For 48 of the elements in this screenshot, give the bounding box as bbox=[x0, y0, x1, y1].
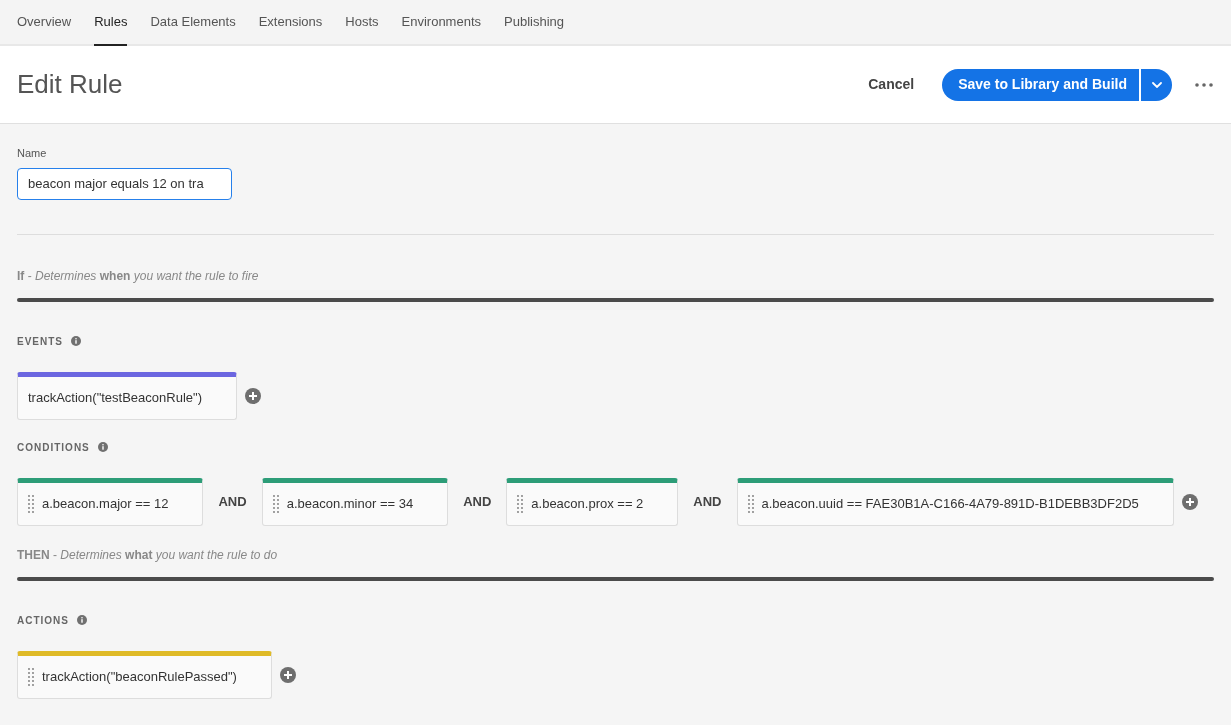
nav-tab[interactable]: Overview bbox=[17, 0, 72, 46]
rule-component-card[interactable]: trackAction("beaconRulePassed") bbox=[17, 650, 272, 699]
add-button[interactable] bbox=[279, 666, 296, 683]
section-heading: THEN - Determines what you want the rule to do bbox=[17, 546, 279, 564]
drag-handle-icon[interactable] bbox=[28, 494, 34, 513]
rule-component-card[interactable]: a.beacon.major == 12 bbox=[17, 477, 204, 526]
plus-icon bbox=[245, 387, 261, 404]
drag-handle-icon[interactable] bbox=[747, 494, 754, 513]
cancel-button[interactable]: Cancel bbox=[856, 70, 927, 99]
chevron-down-icon bbox=[1151, 81, 1162, 88]
dropdown-button[interactable] bbox=[1141, 68, 1172, 101]
group-label: EVENTS bbox=[17, 334, 63, 349]
component-text: a.beacon.minor == 34 bbox=[286, 494, 414, 513]
field-label: Name bbox=[17, 146, 48, 161]
more-icon bbox=[1195, 82, 1213, 87]
nav-tab[interactable]: Publishing bbox=[504, 0, 564, 46]
group-label: CONDITIONS bbox=[17, 440, 90, 455]
plus-icon bbox=[279, 666, 296, 683]
add-button[interactable] bbox=[1181, 493, 1198, 510]
plus-icon bbox=[1181, 493, 1198, 510]
nav-tab[interactable]: Extensions bbox=[258, 0, 323, 46]
rule-component-card[interactable]: trackAction("testBeaconRule") bbox=[17, 371, 237, 420]
rule-component-card[interactable]: a.beacon.minor == 34 bbox=[261, 477, 449, 526]
component-text: trackAction("beaconRulePassed") bbox=[42, 667, 237, 686]
drag-handle-icon[interactable] bbox=[272, 494, 279, 513]
info-icon bbox=[71, 336, 81, 346]
section-heading: If - Determines when you want the rule to fire bbox=[17, 267, 260, 285]
nav-tab[interactable]: Environments bbox=[401, 0, 481, 46]
name-input[interactable]: beacon major equals 12 on tra bbox=[17, 167, 232, 200]
add-button[interactable] bbox=[245, 387, 261, 404]
component-text: a.beacon.uuid == FAE30B1A-C166-4A79-891D-B1DEBB3DF2D5 bbox=[761, 494, 1139, 513]
nav-tab[interactable]: Data Elements bbox=[150, 0, 236, 46]
connector-label: AND bbox=[218, 492, 247, 511]
component-text: trackAction("testBeaconRule") bbox=[28, 388, 202, 407]
rule-component-card[interactable]: a.beacon.uuid == FAE30B1A-C166-4A79-891D-B1DEBB3DF2D5 bbox=[736, 477, 1174, 526]
component-text: a.beacon.major == 12 bbox=[42, 494, 169, 513]
connector-label: AND bbox=[693, 492, 722, 511]
group-label: ACTIONS bbox=[17, 613, 69, 628]
page-title: Edit Rule bbox=[17, 68, 124, 101]
info-icon bbox=[77, 615, 87, 625]
info-icon bbox=[97, 442, 108, 452]
connector-label: AND bbox=[463, 492, 492, 511]
nav-tab[interactable]: Hosts bbox=[345, 0, 379, 46]
drag-handle-icon[interactable] bbox=[517, 494, 524, 513]
component-text: a.beacon.prox == 2 bbox=[531, 494, 644, 513]
drag-handle-icon[interactable] bbox=[28, 667, 34, 686]
save-button[interactable]: Save to Library and Build bbox=[942, 68, 1139, 101]
rule-component-card[interactable]: a.beacon.prox == 2 bbox=[506, 477, 679, 526]
